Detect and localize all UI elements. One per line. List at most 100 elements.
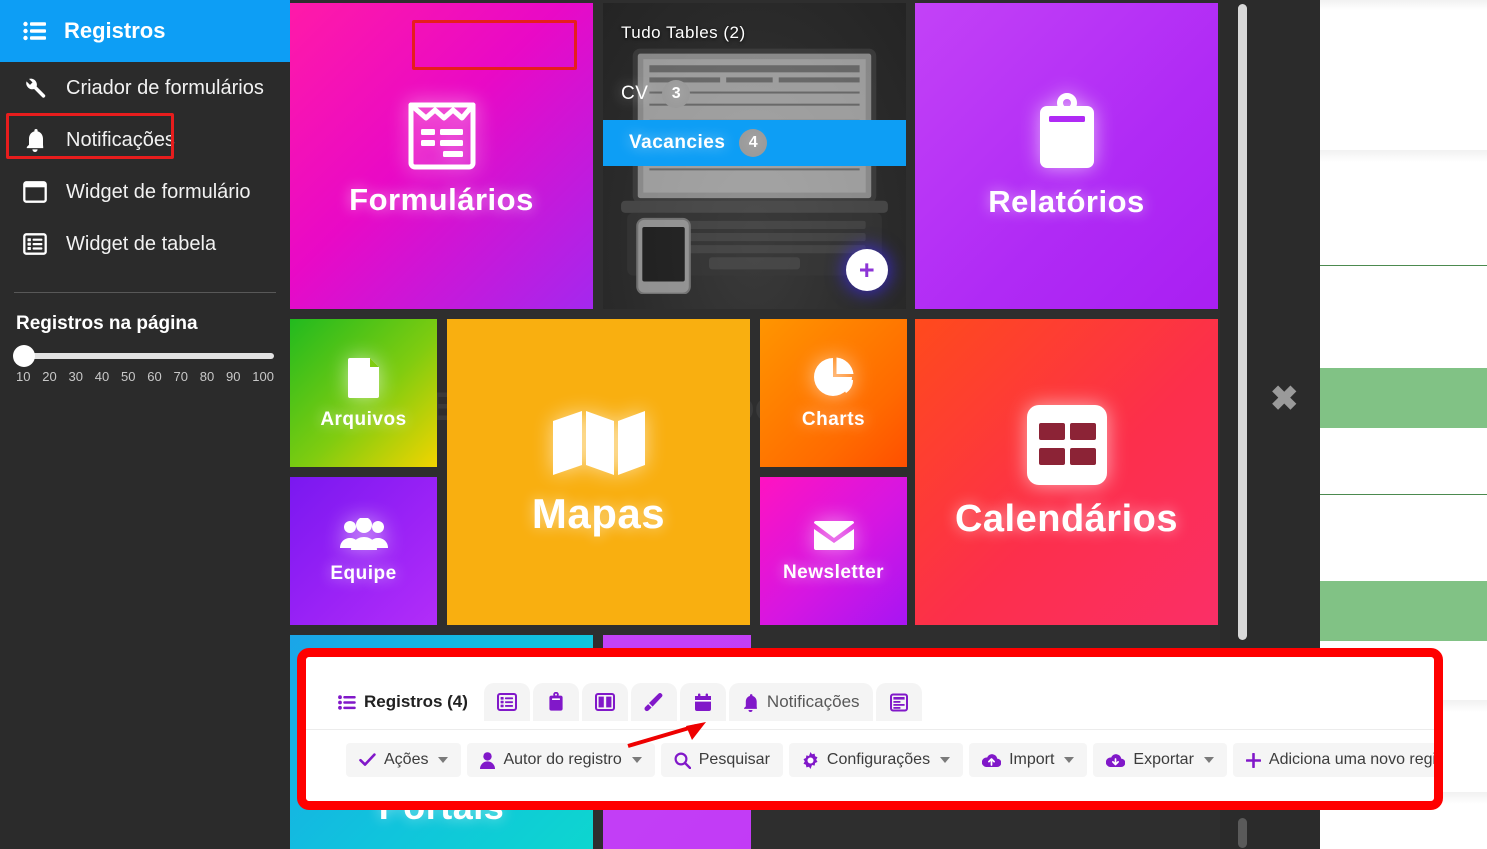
- slider-scale: 10 20 30 40 50 60 70 80 90 100: [16, 369, 274, 384]
- slider-tick: 60: [147, 369, 162, 384]
- slider-tick: 50: [121, 369, 136, 384]
- tile-charts[interactable]: Charts: [760, 319, 907, 467]
- table-row-count: 4: [739, 129, 768, 157]
- chevron-down-icon: [940, 757, 951, 763]
- sidebar: Registros Criador de formulários Notific…: [0, 0, 290, 849]
- pesquisar-button[interactable]: Pesquisar: [660, 743, 783, 777]
- check-icon: [359, 753, 376, 767]
- plus-icon: [1245, 752, 1261, 768]
- tile-label: Formulários: [349, 181, 534, 217]
- highlighted-row: [1320, 581, 1487, 641]
- highlighted-row: [1320, 368, 1487, 428]
- tile-label: Newsletter: [782, 561, 885, 583]
- tile-label: Charts: [801, 408, 866, 430]
- tile-label: Equipe: [330, 562, 397, 584]
- slider-tick: 30: [68, 369, 83, 384]
- tab-notificacoes[interactable]: Notificações: [728, 683, 873, 721]
- records-panel-highlight: Registros (4) Notificações Ações Autor d…: [297, 648, 1443, 810]
- wrench-icon: [22, 76, 48, 100]
- map-icon: [551, 407, 647, 484]
- tile-calendarios[interactable]: Calendários: [915, 319, 1218, 625]
- adicionar-registro-button[interactable]: Adiciona uma novo registro: [1232, 743, 1434, 777]
- tile-relatorios[interactable]: Relatórios: [915, 3, 1218, 309]
- window-icon: [22, 181, 48, 203]
- button-label: Pesquisar: [698, 751, 770, 768]
- tile-newsletter[interactable]: Newsletter: [760, 477, 907, 625]
- tab-design[interactable]: [630, 683, 677, 721]
- form-list-icon: [889, 693, 908, 712]
- pie-chart-icon: [813, 356, 855, 403]
- button-label: Import: [1009, 751, 1055, 768]
- tile-label: Calendários: [954, 498, 1179, 540]
- button-label: Ações: [384, 751, 429, 768]
- configuracoes-button[interactable]: Configurações: [788, 743, 964, 777]
- chevron-down-icon: [438, 757, 449, 763]
- tab-calendar[interactable]: [679, 683, 726, 721]
- calendar-icon: [694, 693, 712, 712]
- sidebar-item-label: Criador de formulários: [66, 76, 264, 99]
- users-icon: [339, 516, 388, 557]
- scrollbar-thumb[interactable]: [1238, 4, 1247, 640]
- records-panel: Registros (4) Notificações Ações Autor d…: [306, 657, 1434, 801]
- scrollbar-thumb-secondary[interactable]: [1238, 818, 1247, 848]
- tab-form-widget[interactable]: [581, 683, 628, 721]
- list-icon: [338, 694, 356, 710]
- table-row-cv[interactable]: CV 3: [603, 71, 906, 117]
- panel-toolbar: Ações Autor do registro Pesquisar Config…: [346, 743, 1434, 777]
- cloud-download-icon: [1106, 753, 1126, 768]
- tab-label: Notificações: [766, 692, 860, 711]
- file-icon: [347, 356, 381, 403]
- tab-table-widget[interactable]: [483, 683, 530, 721]
- tile-formularios[interactable]: Formulários: [290, 3, 593, 309]
- records-per-page-slider[interactable]: [13, 345, 274, 367]
- tab-form-list[interactable]: [875, 683, 922, 721]
- table-row-vacancies[interactable]: Vacancies 4: [603, 120, 906, 166]
- slider-tick: 90: [226, 369, 241, 384]
- card-title: Tudo Tables (2): [621, 23, 746, 42]
- chevron-down-icon: [1064, 757, 1075, 763]
- slider-tick: 40: [94, 369, 110, 384]
- form-icon: [405, 95, 479, 176]
- paintbrush-icon: [644, 692, 664, 712]
- tile-mapas[interactable]: Mapas: [447, 319, 750, 625]
- tile-arquivos[interactable]: Arquivos: [290, 319, 437, 467]
- table-row-label: Vacancies: [629, 132, 726, 153]
- card-tudo-tables[interactable]: Tudo Tables (2) CV 3 Vacancies 4 +: [603, 3, 906, 309]
- tab-registros[interactable]: Registros (4): [325, 683, 481, 721]
- cloud-upload-icon: [982, 753, 1002, 768]
- sidebar-item-widget-de-formulario[interactable]: Widget de formulário: [0, 166, 290, 218]
- clipboard-icon: [1034, 92, 1100, 178]
- sidebar-item-notificacoes[interactable]: Notificações: [0, 114, 290, 166]
- button-label: Adiciona uma novo registro: [1268, 751, 1434, 768]
- sidebar-item-widget-de-tabela[interactable]: Widget de tabela: [0, 218, 290, 270]
- slider-knob[interactable]: [13, 345, 35, 367]
- slider-tick: 10: [16, 369, 31, 384]
- add-table-button[interactable]: +: [846, 249, 888, 291]
- import-button[interactable]: Import: [969, 743, 1088, 777]
- button-label: Autor do registro: [503, 751, 622, 768]
- slider-track[interactable]: [16, 353, 274, 359]
- envelope-icon: [812, 519, 856, 556]
- sidebar-item-label: Widget de tabela: [66, 232, 217, 255]
- clipboard-icon: [548, 692, 564, 712]
- sidebar-header[interactable]: Registros: [0, 0, 290, 62]
- chevron-down-icon: [631, 757, 642, 763]
- acoes-button[interactable]: Ações: [346, 743, 462, 777]
- sidebar-item-label: Notificações: [66, 128, 175, 151]
- tile-label: Arquivos: [320, 408, 407, 430]
- sidebar-header-label: Registros: [64, 18, 166, 43]
- tab-reports[interactable]: [532, 683, 579, 721]
- tab-label: Registros (4): [364, 692, 468, 711]
- bell-icon: [742, 693, 759, 712]
- slider-tick: 70: [173, 369, 188, 384]
- records-per-page-title: Registros na página: [16, 313, 198, 334]
- list-icon: [22, 21, 48, 41]
- exportar-button[interactable]: Exportar: [1093, 743, 1227, 777]
- table-row-label: CV: [621, 83, 649, 104]
- gear-icon: [802, 751, 819, 769]
- autor-do-registro-button[interactable]: Autor do registro: [467, 743, 655, 777]
- tile-equipe[interactable]: Equipe: [290, 477, 437, 625]
- close-icon[interactable]: ✖: [1270, 382, 1299, 416]
- chevron-down-icon: [1203, 757, 1214, 763]
- sidebar-item-criador-de-formularios[interactable]: Criador de formulários: [0, 62, 290, 114]
